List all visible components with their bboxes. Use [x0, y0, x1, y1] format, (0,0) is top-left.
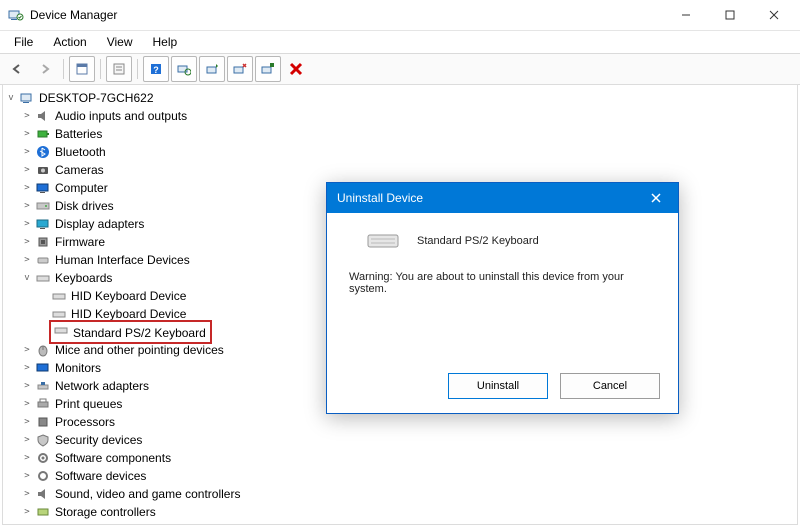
- dialog-device-name: Standard PS/2 Keyboard: [417, 235, 539, 247]
- bluetooth-icon: [35, 144, 51, 160]
- keyboard-icon: [367, 231, 399, 251]
- menu-action[interactable]: Action: [45, 33, 94, 51]
- tree-item-security[interactable]: >Security devices: [5, 431, 795, 449]
- tree-item-cameras[interactable]: >Cameras: [5, 161, 795, 179]
- uninstall-dialog: Uninstall Device Standard PS/2 Keyboard …: [326, 182, 679, 414]
- window-title: Device Manager: [30, 8, 117, 22]
- titlebar: Device Manager: [0, 0, 800, 31]
- hid-icon: [35, 252, 51, 268]
- keyboard-icon: [53, 322, 69, 338]
- help-button[interactable]: ?: [143, 56, 169, 82]
- gear-icon: [35, 450, 51, 466]
- keyboard-icon: [51, 288, 67, 304]
- monitor-icon: [35, 360, 51, 376]
- forward-button[interactable]: [32, 56, 58, 82]
- close-button[interactable]: [752, 0, 796, 30]
- disable-button[interactable]: [227, 56, 253, 82]
- scan-button[interactable]: [171, 56, 197, 82]
- dialog-close-button[interactable]: [644, 186, 668, 210]
- tree-item-processors[interactable]: >Processors: [5, 413, 795, 431]
- back-button[interactable]: [4, 56, 30, 82]
- menu-help[interactable]: Help: [145, 33, 186, 51]
- properties-button[interactable]: [106, 56, 132, 82]
- dialog-title: Uninstall Device: [337, 191, 423, 205]
- tree-item-swcomp[interactable]: >Software components: [5, 449, 795, 467]
- menu-file[interactable]: File: [6, 33, 41, 51]
- tree-item-sound[interactable]: >Sound, video and game controllers: [5, 485, 795, 503]
- dialog-device-row: Standard PS/2 Keyboard: [365, 231, 660, 251]
- show-hidden-button[interactable]: [69, 56, 95, 82]
- printer-icon: [35, 396, 51, 412]
- uninstall-confirm-button[interactable]: Uninstall: [448, 373, 548, 399]
- cpu-icon: [35, 414, 51, 430]
- menu-view[interactable]: View: [99, 33, 141, 51]
- tree-item-swdev[interactable]: >Software devices: [5, 467, 795, 485]
- tree-item-bluetooth[interactable]: >Bluetooth: [5, 143, 795, 161]
- display-icon: [35, 216, 51, 232]
- chip-icon: [35, 234, 51, 250]
- monitor-icon: [35, 180, 51, 196]
- toolbar: ?: [0, 53, 800, 85]
- update-driver-button[interactable]: [199, 56, 225, 82]
- app-icon: [8, 7, 24, 23]
- gear-icon: [35, 468, 51, 484]
- tree-item-batteries[interactable]: >Batteries: [5, 125, 795, 143]
- dialog-titlebar: Uninstall Device: [327, 183, 678, 213]
- tree-item-storage[interactable]: >Storage controllers: [5, 503, 795, 521]
- speaker-icon: [35, 108, 51, 124]
- tree-root[interactable]: vDESKTOP-7GCH622: [5, 89, 795, 107]
- computer-root-icon: [19, 90, 35, 106]
- keyboard-icon: [35, 270, 51, 286]
- speaker-icon: [35, 486, 51, 502]
- svg-text:?: ?: [153, 65, 159, 75]
- uninstall-button[interactable]: [283, 56, 309, 82]
- shield-icon: [35, 432, 51, 448]
- mouse-icon: [35, 342, 51, 358]
- maximize-button[interactable]: [708, 0, 752, 30]
- minimize-button[interactable]: [664, 0, 708, 30]
- tree-item-audio[interactable]: >Audio inputs and outputs: [5, 107, 795, 125]
- controller-icon: [35, 504, 51, 520]
- cancel-button[interactable]: Cancel: [560, 373, 660, 399]
- network-icon: [35, 378, 51, 394]
- add-legacy-button[interactable]: [255, 56, 281, 82]
- disk-icon: [35, 198, 51, 214]
- camera-icon: [35, 162, 51, 178]
- dialog-warning-text: Warning: You are about to uninstall this…: [349, 271, 656, 295]
- battery-icon: [35, 126, 51, 142]
- menubar: File Action View Help: [0, 31, 800, 53]
